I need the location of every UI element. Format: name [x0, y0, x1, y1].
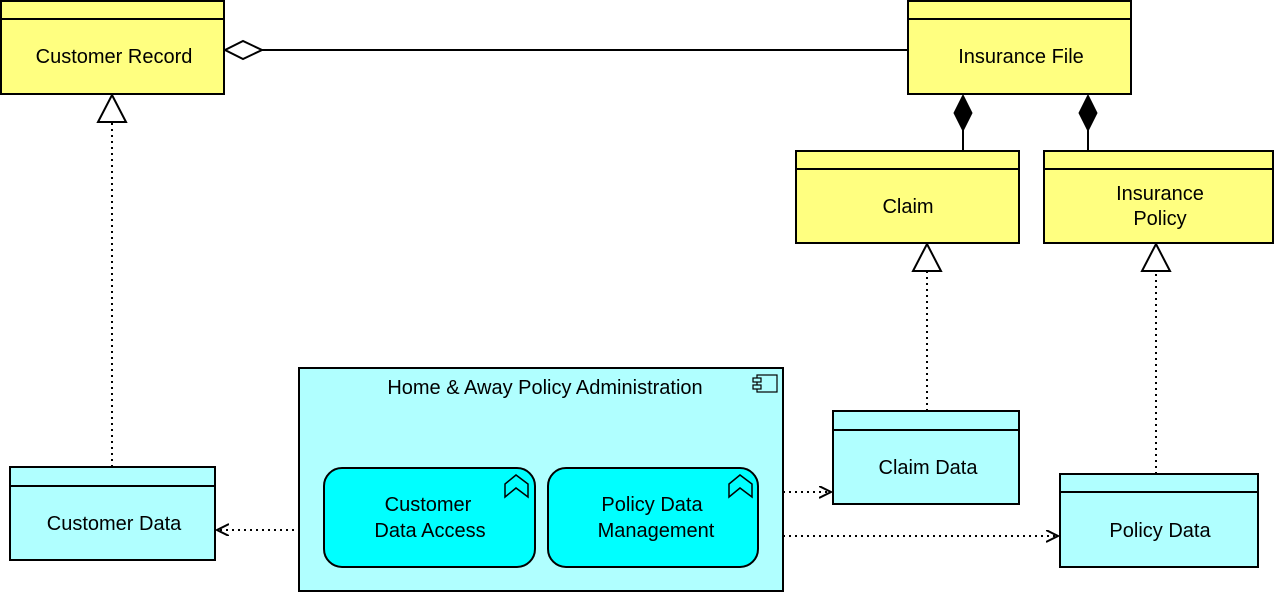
business-object-claim[interactable]: Claim	[795, 150, 1020, 244]
hollow-triangle-icon	[1140, 241, 1172, 272]
realization-customer-data-customer-record[interactable]	[96, 92, 128, 467]
application-function-policy-data-management[interactable]: Policy Data Management	[547, 467, 759, 568]
data-object-customer-data[interactable]: Customer Data	[9, 466, 216, 561]
label-line-2: Policy	[1133, 208, 1186, 230]
hollow-diamond-icon	[222, 39, 265, 61]
filled-diamond-icon	[953, 93, 973, 133]
data-object-claim-data[interactable]: Claim Data	[832, 410, 1020, 505]
realization-claim-data-claim[interactable]	[911, 241, 943, 411]
label-line-2: Management	[598, 520, 715, 542]
label: Claim Data	[879, 457, 979, 479]
business-object-customer-record[interactable]: Customer Record	[0, 0, 225, 95]
label-line-1: Policy Data	[601, 494, 703, 516]
business-object-insurance-file[interactable]: Insurance File	[907, 0, 1132, 95]
label: Customer Record	[36, 46, 193, 68]
business-object-insurance-policy[interactable]: Insurance Policy	[1043, 150, 1274, 244]
component-title: Home & Away Policy Administration	[387, 377, 702, 399]
hollow-triangle-icon	[96, 92, 128, 123]
application-function-customer-data-access[interactable]: Customer Data Access	[323, 467, 536, 568]
composition-insurance-file-insurance-policy[interactable]	[1078, 93, 1098, 151]
label: Claim	[882, 196, 933, 218]
label-line-2: Data Access	[374, 520, 485, 542]
label: Insurance File	[958, 46, 1084, 68]
realization-policy-data-insurance-policy[interactable]	[1140, 241, 1172, 474]
label-line-1: Customer	[385, 494, 472, 516]
data-object-policy-data[interactable]: Policy Data	[1059, 473, 1259, 568]
filled-diamond-icon	[1078, 93, 1098, 133]
hollow-triangle-icon	[911, 241, 943, 272]
composition-insurance-file-claim[interactable]	[953, 93, 973, 151]
archimate-diagram: Customer Record Insurance File Claim Ins…	[0, 0, 1274, 592]
label: Customer Data	[47, 513, 182, 535]
label: Policy Data	[1109, 520, 1211, 542]
label-line-1: Insurance	[1116, 183, 1204, 205]
aggregation-customer-record-insurance-file[interactable]	[222, 39, 908, 61]
